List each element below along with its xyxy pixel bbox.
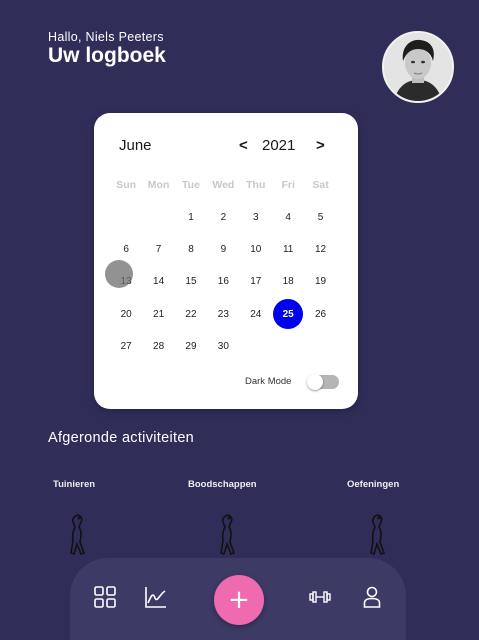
activity-label[interactable]: Boodschappen [188,479,257,490]
calendar-day[interactable]: 18 [272,266,304,298]
stretching-person-icon[interactable] [366,513,388,555]
avatar[interactable] [382,31,454,103]
calendar-day-number: 24 [250,308,262,320]
calendar-days-grid: 1234567891011121314151617181920212223242… [110,201,337,363]
calendar-day-number: 10 [250,244,262,256]
calendar-day-number: 7 [155,244,162,256]
calendar-day-number: 29 [185,341,197,353]
calendar-day-number: 25 [282,308,294,320]
dumbbell-icon[interactable] [309,590,331,604]
calendar-day-number: 23 [217,308,229,320]
calendar-day[interactable]: 8 [175,233,207,265]
calendar-day[interactable]: 28 [142,331,174,363]
calendar-empty-cell [110,201,142,233]
calendar-day[interactable]: 22 [175,298,207,330]
greeting-text: Hallo, Niels Peeters [48,30,164,44]
user-icon[interactable] [363,586,381,608]
touch-indicator [105,260,133,288]
weekday-label: Tue [182,179,200,191]
calendar-day[interactable]: 20 [110,298,142,330]
add-activity-button[interactable]: + [214,575,264,625]
weekday-label: Mon [147,179,170,191]
calendar-month[interactable]: June [119,137,152,154]
calendar-day[interactable]: 27 [110,331,142,363]
add-icon: + [228,585,250,615]
calendar-day-number: 26 [314,308,327,320]
toggle-knob [307,374,323,390]
calendar-day-number: 20 [120,308,132,320]
calendar-day[interactable]: 10 [240,233,272,265]
calendar-day-number: 15 [185,276,197,288]
dashboard-icon[interactable] [94,586,116,608]
calendar-day[interactable]: 4 [272,201,304,233]
calendar-day-number: 14 [153,276,165,288]
weekday-label: Fri [281,179,295,191]
calendar-day-number: 18 [282,276,294,288]
previous-year-button[interactable]: < [239,137,248,154]
calendar-day[interactable]: 16 [207,266,239,298]
calendar-year[interactable]: 2021 [262,137,295,154]
chart-icon[interactable] [145,586,167,608]
calendar-day[interactable]: 11 [272,233,304,265]
stretching-person-icon[interactable] [216,513,238,555]
dark-mode-label: Dark Mode [245,376,292,387]
calendar-day-number: 6 [123,244,129,256]
calendar-day-number: 17 [250,276,262,288]
calendar-day-number: 9 [220,244,227,256]
calendar-day[interactable]: 14 [142,266,174,298]
calendar-day[interactable]: 30 [207,331,239,363]
calendar-day[interactable]: 7 [142,233,174,265]
avatar-photo [384,33,452,101]
calendar-day[interactable]: 25 [272,298,304,330]
calendar-day-number: 30 [217,341,229,353]
calendar-day-number: 3 [252,211,259,223]
calendar-day[interactable]: 2 [207,201,239,233]
calendar-day-number: 5 [317,211,324,223]
page-title: Uw logboek [48,44,166,67]
next-year-button[interactable]: > [316,137,325,154]
calendar-day-number: 8 [188,244,194,256]
calendar-day[interactable]: 1 [175,201,207,233]
calendar-day[interactable]: 5 [304,201,336,233]
calendar-day-number: 16 [217,276,229,288]
calendar-day[interactable]: 17 [240,266,272,298]
weekday-label: Thu [246,179,266,191]
weekday-label: Wed [212,179,235,191]
weekday-header: Sun Mon Tue Wed Thu Fri Sat [110,179,352,191]
dark-mode-toggle[interactable] [307,374,339,390]
calendar-day[interactable]: 15 [175,266,207,298]
calendar-day[interactable]: 23 [207,298,239,330]
activity-label[interactable]: Oefeningen [347,479,399,490]
calendar-day-number: 4 [285,211,291,223]
calendar-day[interactable]: 29 [175,331,207,363]
calendar-day[interactable]: 19 [304,266,336,298]
calendar-empty-cell [142,201,174,233]
calendar-day[interactable]: 3 [240,201,272,233]
calendar-day-number: 12 [314,244,327,256]
calendar-day[interactable]: 26 [304,298,336,330]
calendar-day-number: 2 [220,211,227,223]
weekday-label: Sat [312,179,329,191]
calendar-day[interactable]: 21 [142,298,174,330]
calendar-day[interactable]: 12 [304,233,336,265]
calendar-day-number: 21 [153,308,165,320]
calendar-day[interactable]: 9 [207,233,239,265]
calendar-day-number: 11 [282,244,294,256]
calendar-day[interactable]: 24 [240,298,272,330]
calendar-day-number: 22 [185,308,197,320]
stretching-person-icon[interactable] [66,513,88,555]
calendar-card: June < 2021 > Sun Mon Tue Wed Thu Fri Sa… [94,113,358,409]
calendar-day-number: 1 [188,211,194,223]
calendar-day-number: 28 [153,341,165,353]
weekday-label: Sun [116,179,137,191]
calendar-day-number: 19 [314,276,327,288]
calendar-day-number: 27 [120,341,132,353]
section-title: Afgeronde activiteiten [48,430,195,446]
activity-label[interactable]: Tuinieren [53,479,95,490]
